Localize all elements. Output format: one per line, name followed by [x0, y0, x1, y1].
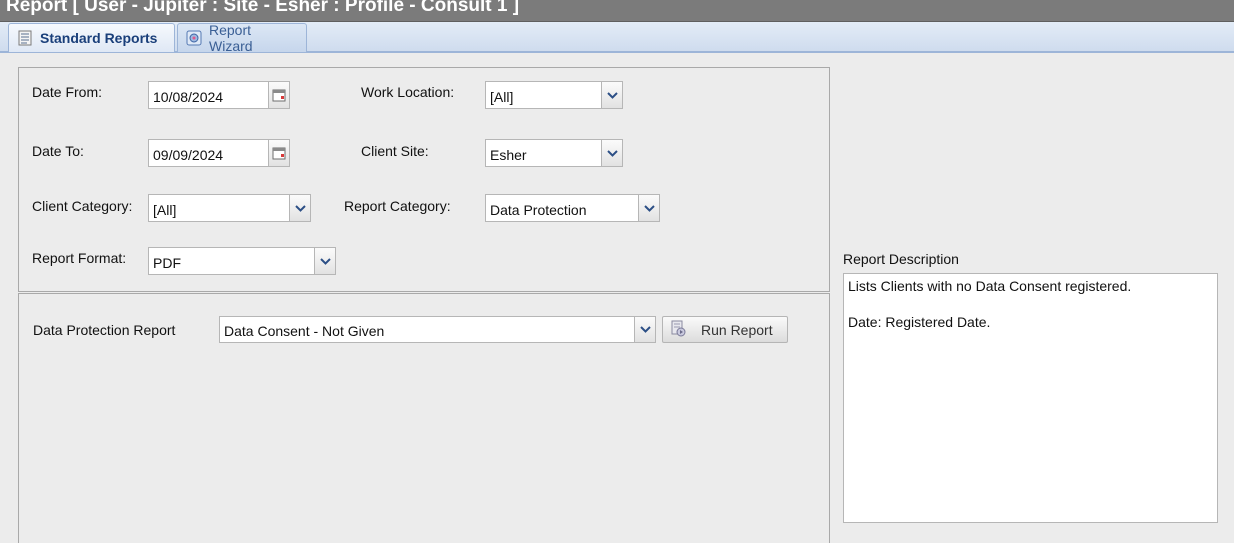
calendar-icon[interactable] — [268, 82, 289, 108]
client-category-value: [All] — [153, 201, 177, 218]
work-location-value: [All] — [490, 88, 514, 105]
calendar-icon[interactable] — [268, 140, 289, 166]
report-list-icon — [17, 30, 33, 46]
work-location-label: Work Location: — [361, 84, 455, 100]
run-report-label: Run Report — [701, 321, 773, 338]
chevron-down-icon[interactable] — [601, 140, 622, 166]
client-site-dropdown[interactable]: Esher — [485, 139, 623, 167]
client-category-label: Client Category: — [32, 198, 133, 214]
report-description-label: Report Description — [843, 251, 959, 267]
tab-standard-reports[interactable]: Standard Reports — [8, 23, 175, 52]
client-site-value: Esher — [490, 146, 527, 163]
run-report-icon — [669, 319, 687, 340]
report-dropdown[interactable]: Data Consent - Not Given — [219, 316, 656, 343]
chevron-down-icon[interactable] — [634, 317, 655, 342]
report-category-dropdown[interactable]: Data Protection — [485, 194, 660, 222]
tab-report-wizard[interactable]: Report Wizard — [177, 22, 307, 54]
report-format-label: Report Format: — [32, 250, 127, 266]
date-to-field[interactable]: 09/09/2024 — [148, 139, 290, 167]
tab-label: Standard Reports — [40, 30, 158, 46]
report-category-value: Data Protection — [490, 201, 587, 218]
chevron-down-icon[interactable] — [314, 248, 335, 274]
report-format-dropdown[interactable]: PDF — [148, 247, 336, 275]
report-select-label: Data Protection Report — [33, 322, 176, 338]
chevron-down-icon[interactable] — [601, 82, 622, 108]
report-category-label: Report Category: — [344, 198, 451, 214]
date-to-value[interactable]: 09/09/2024 — [149, 144, 268, 163]
tab-label: Report Wizard — [209, 22, 253, 54]
filter-panel — [18, 67, 830, 292]
window-title: Report [ User - Jupiter : Site - Esher :… — [0, 0, 1234, 22]
chevron-down-icon[interactable] — [638, 195, 659, 221]
report-format-value: PDF — [153, 254, 181, 271]
tab-bar: Standard Reports Report Wizard — [0, 22, 1234, 54]
description-line: Lists Clients with no Data Consent regis… — [848, 278, 1132, 294]
description-line: Date: Registered Date. — [848, 314, 991, 330]
chevron-down-icon[interactable] — [289, 195, 310, 221]
date-from-label: Date From: — [32, 84, 103, 100]
wizard-icon — [186, 30, 202, 46]
run-report-button[interactable]: Run Report — [662, 316, 788, 343]
work-location-dropdown[interactable]: [All] — [485, 81, 623, 109]
date-to-label: Date To: — [32, 143, 84, 159]
date-from-value[interactable]: 10/08/2024 — [149, 86, 268, 105]
report-value: Data Consent - Not Given — [224, 323, 385, 339]
date-from-field[interactable]: 10/08/2024 — [148, 81, 290, 109]
client-category-dropdown[interactable]: [All] — [148, 194, 311, 222]
client-site-label: Client Site: — [361, 143, 429, 159]
report-description-box: Lists Clients with no Data Consent regis… — [843, 273, 1218, 523]
